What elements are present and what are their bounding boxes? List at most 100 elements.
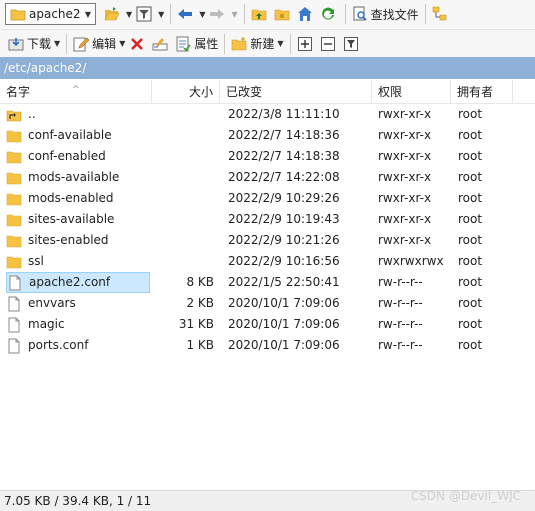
- file-name: mods-available: [28, 170, 120, 184]
- file-row[interactable]: .. 2022/3/8 11:11:10 rwxr-xr-x root: [0, 104, 535, 125]
- file-owner: root: [458, 191, 483, 205]
- file-modified: 2022/2/9 10:16:56: [228, 254, 340, 268]
- file-row[interactable]: mods-enabled 2022/2/9 10:29:26 rwxr-xr-x ro…: [0, 188, 535, 209]
- file-row[interactable]: sites-enabled 2022/2/9 10:21:26 rwxr-xr-x r…: [0, 230, 535, 251]
- edit-button[interactable]: 编辑 ▼: [71, 32, 127, 56]
- find-files-button[interactable]: 查找文件: [350, 2, 421, 26]
- file-permissions: rwxr-xr-x: [378, 191, 432, 205]
- column-owner-header[interactable]: 拥有者: [451, 80, 513, 104]
- file-size: [152, 251, 214, 272]
- rename-icon: [152, 36, 168, 52]
- file-size: [152, 167, 214, 188]
- column-name-label: 名字: [6, 85, 31, 99]
- file-name: apache2.conf: [29, 275, 111, 289]
- file-name-cell[interactable]: ports.conf: [6, 335, 150, 356]
- download-label: 下载: [27, 37, 52, 51]
- file-name-cell[interactable]: sites-available: [6, 209, 150, 230]
- filter-mask-button[interactable]: [341, 32, 364, 56]
- file-row[interactable]: mods-available 2022/2/7 14:22:08 rwxr-xr-x…: [0, 167, 535, 188]
- column-size-header[interactable]: 大小: [152, 80, 220, 104]
- arrow-left-icon: [177, 6, 193, 22]
- select-files-button[interactable]: [295, 32, 318, 56]
- file-row[interactable]: ssl 2022/2/9 10:16:56 rwxrwxrwx root: [0, 251, 535, 272]
- file-name: conf-enabled: [28, 149, 106, 163]
- column-name-header[interactable]: 名字 ^: [0, 80, 152, 104]
- file-permissions: rw-r--r--: [378, 317, 423, 331]
- file-row[interactable]: magic 31 KB 2020/10/1 7:09:06 rw-r--r-- root: [0, 314, 535, 335]
- column-modified-header[interactable]: 已改变: [220, 80, 372, 104]
- file-name: ..: [28, 107, 36, 121]
- delete-button[interactable]: [127, 32, 150, 56]
- toolbar-separator: [289, 33, 291, 54]
- file-row[interactable]: envvars 2 KB 2020/10/1 7:09:06 rw-r--r-- roo…: [0, 293, 535, 314]
- file-icon: [6, 338, 22, 354]
- open-folder-icon: [104, 6, 120, 22]
- folder-icon: [6, 233, 22, 249]
- new-button[interactable]: 新建 ▼: [229, 32, 285, 56]
- folder-icon: [6, 254, 22, 270]
- location-combo[interactable]: apache2 ▼: [5, 3, 96, 25]
- file-modified: 2022/2/7 14:18:36: [228, 128, 340, 142]
- chevron-down-icon: ▼: [126, 9, 133, 19]
- root-directory-button[interactable]: [272, 2, 295, 26]
- plus-box-icon: [297, 36, 313, 52]
- file-name-cell[interactable]: mods-available: [6, 167, 150, 188]
- file-row[interactable]: conf-enabled 2022/2/7 14:18:38 rwxr-xr-x ro…: [0, 146, 535, 167]
- file-owner: root: [458, 233, 483, 247]
- file-permissions: rwxr-xr-x: [378, 107, 432, 121]
- file-name-cell[interactable]: envvars: [6, 293, 150, 314]
- rename-button[interactable]: [150, 32, 173, 56]
- file-permissions: rwxrwxrwx: [378, 254, 444, 268]
- file-icon: [7, 275, 23, 291]
- file-name-cell[interactable]: ssl: [6, 251, 150, 272]
- parent-directory-button[interactable]: [249, 2, 272, 26]
- file-name-cell[interactable]: apache2.conf: [6, 272, 150, 293]
- file-size: [152, 188, 214, 209]
- back-button[interactable]: ▼: [175, 2, 207, 26]
- properties-label: 属性: [194, 37, 219, 51]
- properties-button[interactable]: 属性: [173, 32, 220, 56]
- find-files-icon: [352, 6, 368, 22]
- file-row[interactable]: sites-available 2022/2/9 10:19:43 rwxr-xr-…: [0, 209, 535, 230]
- refresh-button[interactable]: [318, 2, 341, 26]
- open-directory-button[interactable]: ▼: [102, 2, 134, 26]
- file-name-cell[interactable]: ..: [6, 104, 150, 125]
- file-owner: root: [458, 107, 483, 121]
- folder-icon: [6, 149, 22, 165]
- unselect-files-button[interactable]: [318, 32, 341, 56]
- file-icon: [6, 296, 22, 312]
- file-row[interactable]: ports.conf 1 KB 2020/10/1 7:09:06 rw-r--r--…: [0, 335, 535, 356]
- file-modified: 2022/2/9 10:19:43: [228, 212, 340, 226]
- file-row[interactable]: apache2.conf 8 KB 2022/1/5 22:50:41 rw-r--r…: [0, 272, 535, 293]
- file-name-cell[interactable]: mods-enabled: [6, 188, 150, 209]
- toolbar-separator: [344, 4, 346, 24]
- file-owner: root: [458, 338, 483, 352]
- file-modified: 2020/10/1 7:09:06: [228, 296, 340, 310]
- file-owner: root: [458, 317, 483, 331]
- sort-ascending-icon: ^: [72, 85, 80, 95]
- file-row[interactable]: conf-available 2022/2/7 14:18:36 rwxr-xr-x…: [0, 125, 535, 146]
- file-permissions: rwxr-xr-x: [378, 128, 432, 142]
- edit-label: 编辑: [92, 37, 117, 51]
- file-name-cell[interactable]: sites-enabled: [6, 230, 150, 251]
- forward-button[interactable]: ▼: [207, 2, 239, 26]
- download-button[interactable]: 下载 ▼: [6, 32, 62, 56]
- file-name: ports.conf: [28, 338, 89, 352]
- tree-view-button[interactable]: [430, 2, 453, 26]
- file-size: [152, 125, 214, 146]
- file-size: [152, 209, 214, 230]
- file-name-cell[interactable]: magic: [6, 314, 150, 335]
- filter-button[interactable]: ▼: [134, 2, 166, 26]
- column-permissions-header[interactable]: 权限: [372, 80, 451, 104]
- file-name-cell[interactable]: conf-enabled: [6, 146, 150, 167]
- toolbar-separator: [66, 33, 68, 54]
- home-directory-button[interactable]: [295, 2, 318, 26]
- path-bar[interactable]: /etc/apache2/: [0, 57, 535, 79]
- toolbar-separator: [170, 4, 172, 24]
- new-folder-icon: [231, 36, 247, 52]
- file-name-cell[interactable]: conf-available: [6, 125, 150, 146]
- filter-icon: [136, 6, 152, 22]
- file-permissions: rw-r--r--: [378, 296, 423, 310]
- file-modified: 2020/10/1 7:09:06: [228, 317, 340, 331]
- chevron-down-icon: ▼: [277, 39, 284, 48]
